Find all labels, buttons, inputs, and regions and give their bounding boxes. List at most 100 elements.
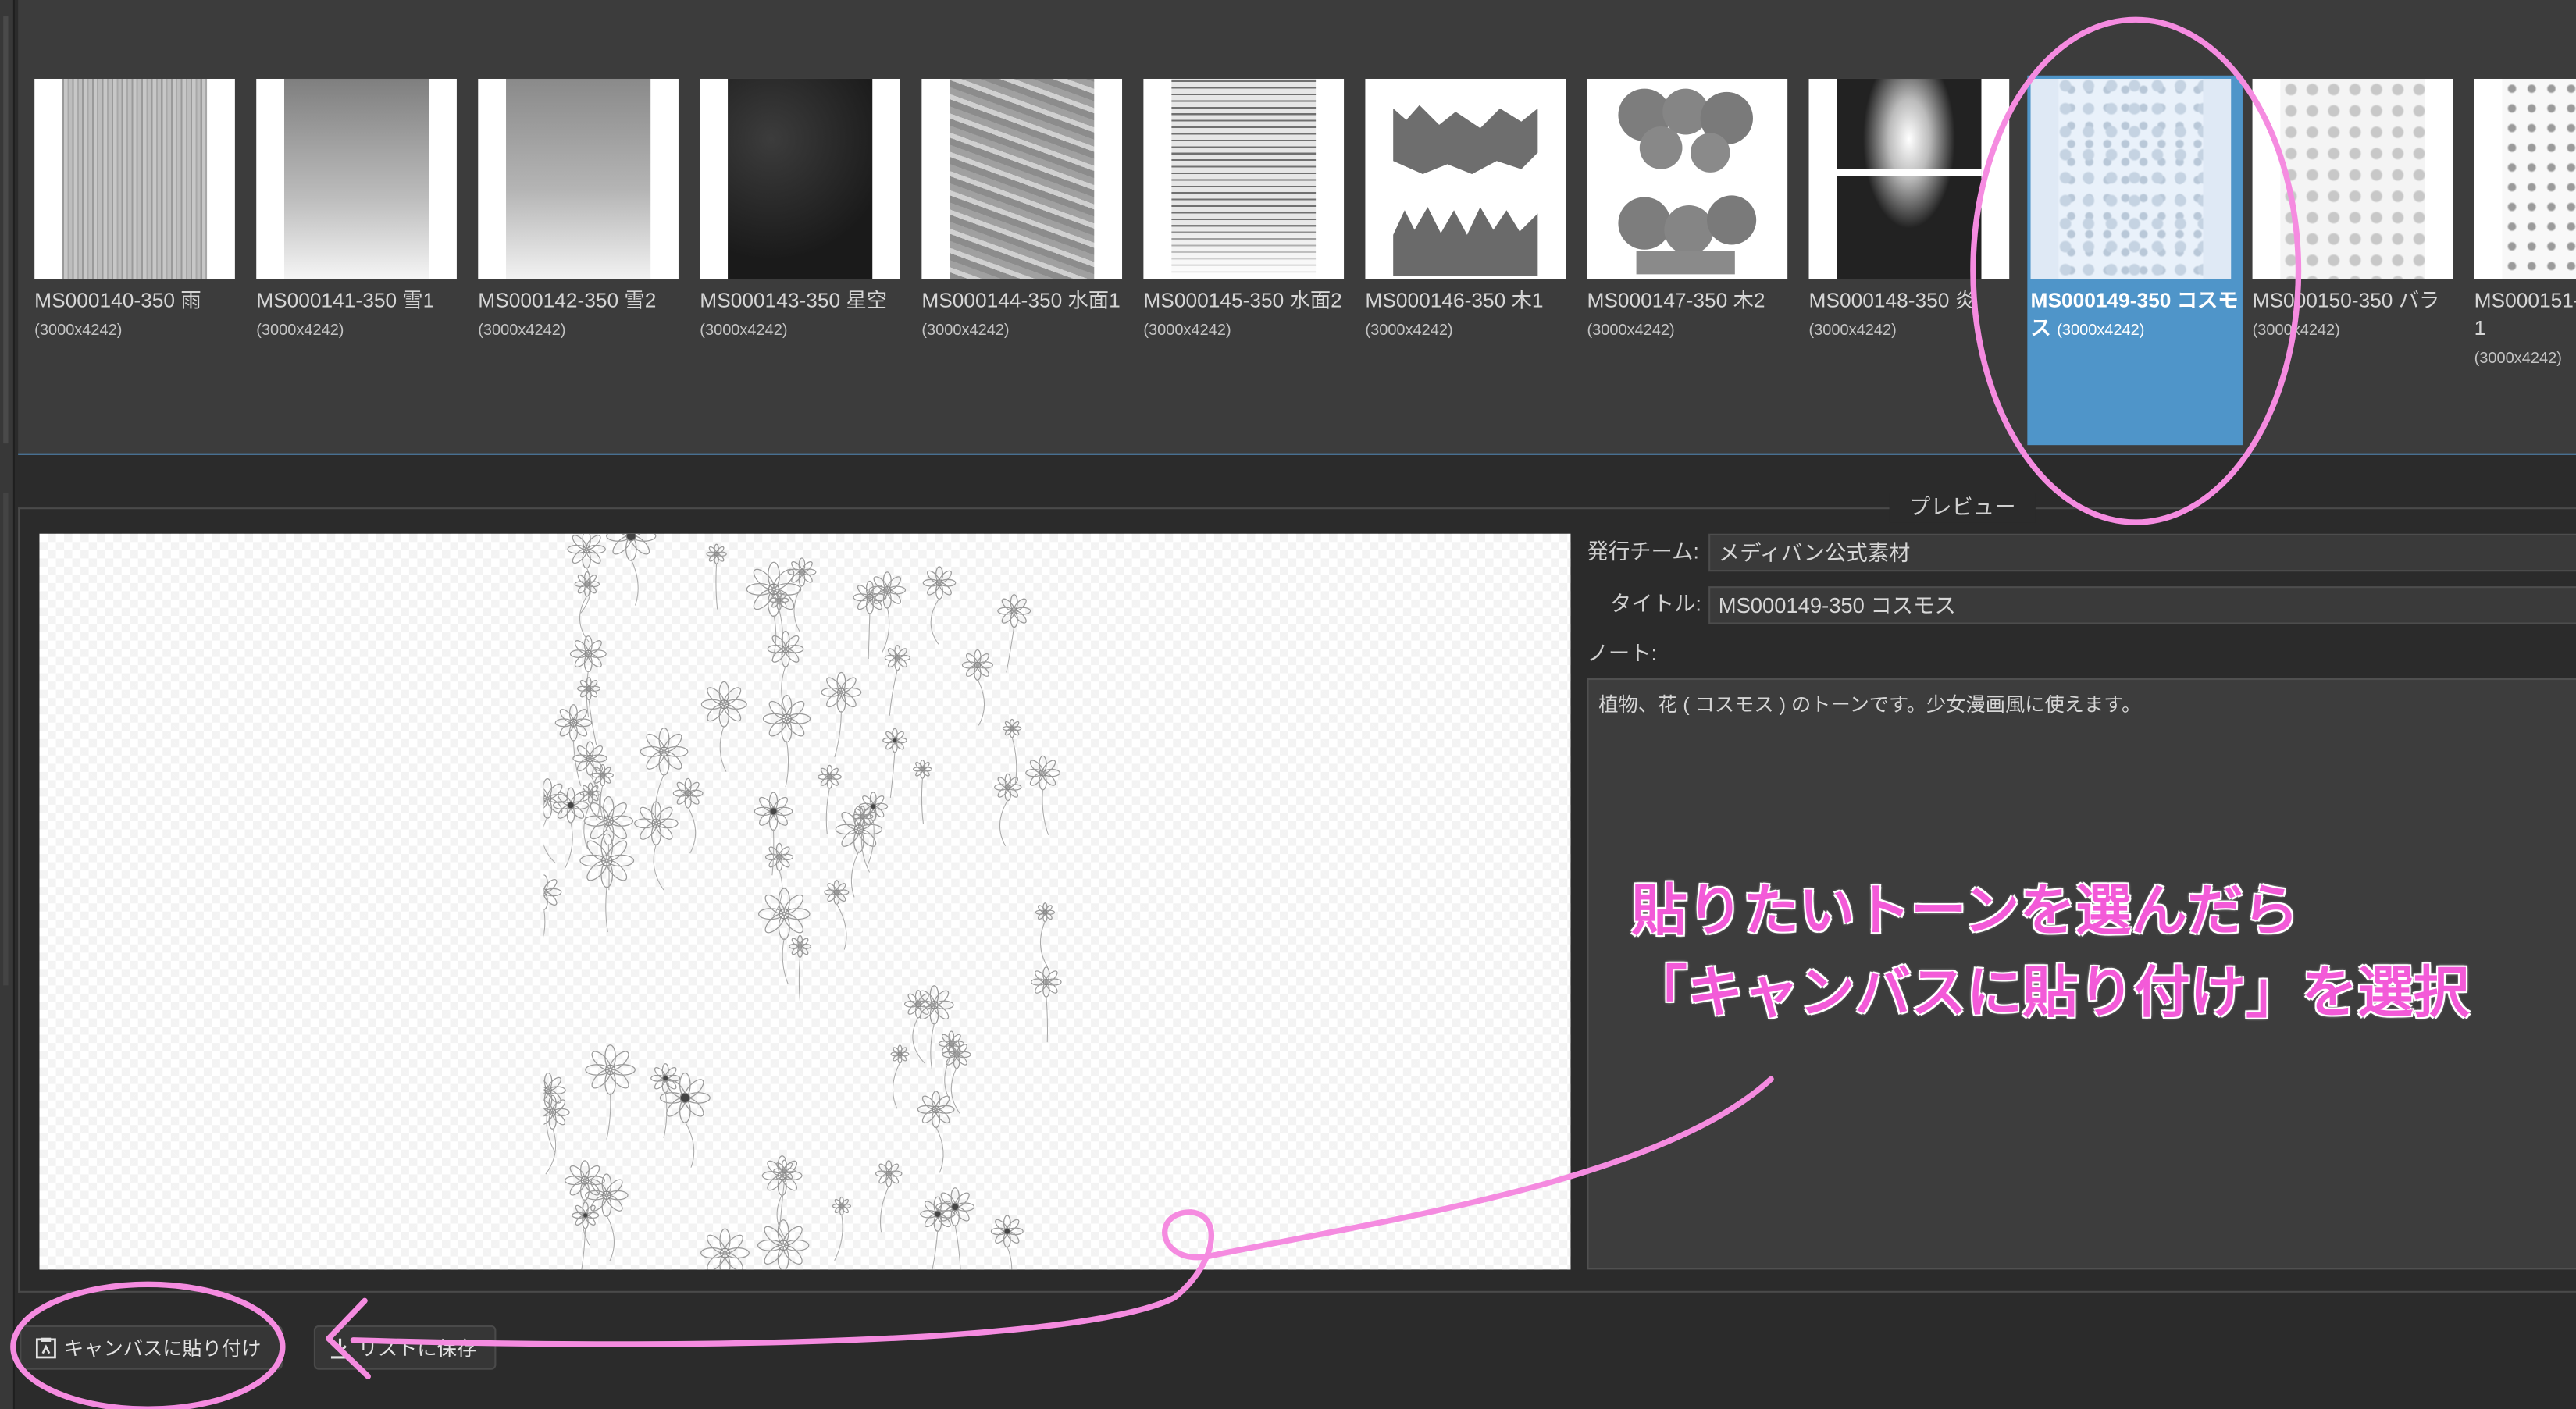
annotation-line2: 「キャンバスに貼り付け」を選択 — [1631, 962, 2470, 1025]
flower-glyph — [853, 580, 887, 659]
paste-to-canvas-button[interactable]: キャンバスに貼り付け — [20, 1325, 283, 1370]
flower-glyph — [1002, 718, 1022, 784]
flower-glyph — [821, 671, 862, 757]
flower-glyph — [569, 635, 607, 717]
thumbnail-name: MS000147-350 木2 — [1587, 289, 1765, 312]
thumbnail-item[interactable]: MS000140-350 雨 (3000x4242) — [34, 0, 244, 454]
flower-glyph — [884, 645, 910, 716]
flower-glyph — [1025, 755, 1060, 835]
thumbnail-size: (3000x4242) — [2057, 322, 2145, 340]
thumbnail-size: (3000x4242) — [256, 322, 344, 340]
thumbnail-item[interactable]: MS000144-350 水面1 (3000x4242) — [921, 0, 1131, 454]
thumbnail-image-tree1 — [1365, 78, 1566, 279]
cosmos-pattern — [543, 533, 1062, 1270]
thumbnail-image-love-flower1 — [2474, 78, 2576, 279]
flower-glyph — [913, 759, 932, 824]
annotation-line1: 貼りたいトーンを選んだら — [1631, 880, 2300, 943]
flower-glyph — [606, 533, 657, 606]
flower-glyph — [824, 880, 850, 950]
thumbnail-image-snow1 — [256, 78, 457, 279]
flower-glyph — [1031, 966, 1062, 1043]
thumbnail-image-tree2 — [1587, 78, 1788, 279]
flower-glyph — [543, 778, 568, 864]
flower-glyph — [961, 649, 993, 726]
thumbnail-image-rose — [2252, 78, 2453, 279]
flower-glyph — [875, 1160, 903, 1233]
flower-glyph — [935, 1187, 975, 1270]
thumbnail-size: (3000x4242) — [1587, 322, 1675, 340]
thumbnail-size: (3000x4242) — [1365, 322, 1453, 340]
flower-glyph — [818, 764, 842, 834]
download-icon — [330, 1338, 350, 1359]
flower-glyph — [922, 566, 957, 645]
save-to-list-button[interactable]: リストに保存 — [313, 1325, 497, 1370]
flower-glyph — [994, 773, 1022, 846]
thumbnail-item[interactable]: MS000150-350 バラ (3000x4242) — [2252, 0, 2463, 454]
thumbnail-item[interactable]: MS000141-350 雪1 (3000x4242) — [256, 0, 466, 454]
flower-glyph — [762, 695, 811, 788]
thumbnail-size: (3000x4242) — [2252, 322, 2340, 340]
thumbnail-name: MS000146-350 木1 — [1365, 289, 1544, 312]
note-label: ノート: — [1587, 640, 1658, 666]
thumbnail-item[interactable]: MS000151-350 ラブ花1 (3000x4242) — [2474, 0, 2576, 454]
thumbnail-name: MS000142-350 雪2 — [478, 289, 657, 312]
thumbnail-image-water-surface1 — [921, 78, 1123, 279]
flower-glyph — [754, 792, 793, 876]
flower-glyph — [757, 1219, 810, 1270]
thumbnail-item-selected[interactable]: MS000149-350 コスモス (3000x4242) — [2027, 0, 2243, 454]
flower-glyph — [832, 1196, 852, 1261]
thumbnail-item[interactable]: MS000145-350 水面2 (3000x4242) — [1143, 0, 1353, 454]
tone-thumbnail-list[interactable]: MS000140-350 雨 (3000x4242) MS000141-350 雪… — [18, 0, 2576, 455]
thumbnail-item[interactable]: MS000148-350 炎 (3000x4242) — [1808, 0, 2019, 454]
flower-glyph — [990, 1215, 1024, 1270]
title-field: MS000149-350 コスモス — [1708, 586, 2576, 624]
thumbnail-item[interactable]: MS000146-350 木1 (3000x4242) — [1365, 0, 1575, 454]
flower-glyph — [634, 801, 679, 891]
thumbnail-name: MS000151-350 ラブ花1 — [2474, 289, 2576, 340]
thumbnail-name: MS000150-350 バラ — [2252, 289, 2440, 312]
thumbnail-image-snow2 — [478, 78, 679, 279]
flower-glyph — [572, 1201, 600, 1270]
flower-glyph — [574, 571, 600, 642]
left-gutter — [0, 0, 15, 1409]
thumbnail-size: (3000x4242) — [2474, 350, 2562, 368]
flower-glyph — [554, 704, 593, 786]
annotation-text: 貼りたいトーンを選んだら 「キャンバスに貼り付け」を選択 — [1631, 870, 2469, 1034]
flower-glyph — [997, 594, 1031, 673]
paste-to-canvas-label: キャンバスに貼り付け — [64, 1336, 262, 1361]
thumbnail-size: (3000x4242) — [1808, 322, 1897, 340]
thumbnail-item[interactable]: MS000143-350 星空 (3000x4242) — [700, 0, 910, 454]
flower-glyph — [700, 681, 747, 772]
flower-glyph — [1035, 902, 1055, 968]
thumbnail-size: (3000x4242) — [34, 322, 123, 340]
thumbnail-size: (3000x4242) — [700, 322, 788, 340]
thumbnail-image-rain — [34, 78, 235, 279]
thumbnail-size: (3000x4242) — [1143, 322, 1231, 340]
thumbnail-name: MS000140-350 雨 — [34, 289, 201, 312]
flower-glyph — [903, 990, 933, 1064]
flower-glyph — [585, 1044, 636, 1140]
thumbnail-name: MS000144-350 水面1 — [921, 289, 1121, 312]
flower-glyph — [672, 777, 704, 854]
thumbnail-image-water-surface2 — [1143, 78, 1345, 279]
team-field: メディバン公式素材 — [1708, 533, 2576, 572]
thumbnail-name: MS000145-350 水面2 — [1143, 289, 1342, 312]
tone-material-dialog: MS000140-350 雨 (3000x4242) MS000141-350 雪… — [0, 0, 2576, 1409]
title-label: タイトル: — [1609, 591, 1701, 617]
paste-icon — [35, 1337, 56, 1359]
thumbnail-item[interactable]: MS000142-350 雪2 (3000x4242) — [478, 0, 688, 454]
thumbnail-image-cosmos — [2030, 78, 2232, 279]
save-to-list-label: リストに保存 — [358, 1336, 477, 1361]
flower-glyph — [700, 1228, 750, 1270]
thumbnail-name: MS000148-350 炎 — [1808, 289, 1976, 312]
flower-glyph — [767, 630, 804, 713]
thumbnail-image-starry-sky — [700, 78, 900, 279]
team-label: 発行チーム: — [1587, 539, 1700, 564]
thumbnail-name: MS000141-350 雪1 — [256, 289, 435, 312]
flower-glyph — [706, 543, 727, 610]
preview-group-title: プレビュー — [1889, 493, 2036, 523]
flower-glyph — [583, 795, 634, 891]
thumbnail-item[interactable]: MS000147-350 木2 (3000x4242) — [1587, 0, 1797, 454]
flower-glyph — [917, 1091, 955, 1173]
flower-glyph — [882, 728, 907, 798]
